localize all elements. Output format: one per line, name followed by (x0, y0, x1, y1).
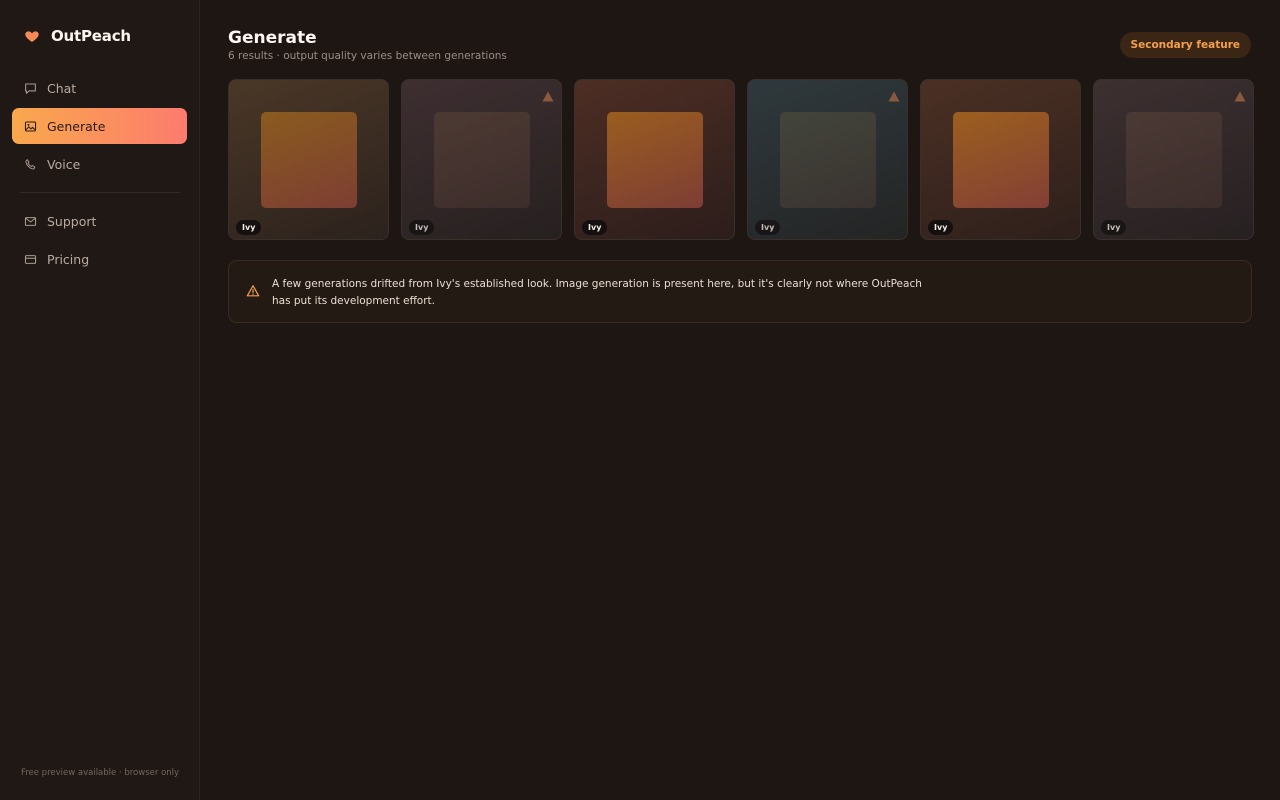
sidebar-item-label: Support (47, 213, 97, 229)
sidebar-item-generate[interactable]: Generate (12, 108, 187, 144)
phone-icon (23, 157, 37, 171)
result-tile[interactable]: Ivy (574, 79, 735, 240)
warning-triangle-icon (246, 285, 260, 297)
character-tag: Ivy (236, 220, 262, 235)
generated-image (1126, 112, 1222, 208)
main-content: Generate 6 results · output quality vari… (200, 0, 1280, 800)
result-tile[interactable]: Ivy (920, 79, 1081, 240)
sidebar-item-label: Voice (47, 156, 81, 172)
generated-image (953, 112, 1049, 208)
character-tag: Ivy (928, 220, 954, 235)
mail-icon (23, 214, 37, 228)
warning-icon (888, 91, 900, 102)
page-subtitle: 6 results · output quality varies betwee… (228, 50, 507, 62)
credit-card-icon (23, 252, 37, 266)
result-tile[interactable]: Ivy (401, 79, 562, 240)
sidebar-item-label: Pricing (47, 251, 90, 267)
sidebar-item-chat[interactable]: Chat (12, 70, 187, 106)
notice-text: A few generations drifted from Ivy's est… (272, 278, 922, 307)
sidebar-item-label: Generate (47, 118, 106, 134)
status-badge: Secondary feature (1119, 32, 1251, 58)
character-tag: Ivy (582, 220, 608, 235)
sidebar-item-support[interactable]: Support (12, 203, 187, 239)
warning-icon (542, 91, 554, 102)
nav-divider (20, 192, 180, 193)
character-tag: Ivy (1101, 220, 1127, 235)
generated-image (434, 112, 530, 208)
heart-icon (25, 31, 39, 42)
character-tag: Ivy (409, 220, 435, 235)
image-icon (23, 119, 37, 133)
sidebar-footer: Free preview available · browser only (20, 768, 180, 778)
result-tile[interactable]: Ivy (228, 79, 389, 240)
page-title: Generate (228, 28, 317, 48)
brand-name: OutPeach (51, 27, 131, 45)
warning-icon (1234, 91, 1246, 102)
generated-image (261, 112, 357, 208)
drift-notice: A few generations drifted from Ivy's est… (228, 260, 1252, 323)
result-tile[interactable]: Ivy (747, 79, 908, 240)
sidebar: OutPeach Chat Generate Voice Support Pri… (0, 0, 200, 800)
generated-image (607, 112, 703, 208)
chat-bubble-icon (23, 81, 37, 95)
sidebar-item-pricing[interactable]: Pricing (12, 241, 187, 277)
character-tag: Ivy (755, 220, 781, 235)
brand[interactable]: OutPeach (24, 26, 131, 46)
generated-image (780, 112, 876, 208)
result-tile[interactable]: Ivy (1093, 79, 1254, 240)
sidebar-item-label: Chat (47, 80, 77, 96)
sidebar-item-voice[interactable]: Voice (12, 146, 187, 182)
results-grid: Ivy Ivy Ivy Ivy Ivy Ivy (228, 79, 1254, 240)
